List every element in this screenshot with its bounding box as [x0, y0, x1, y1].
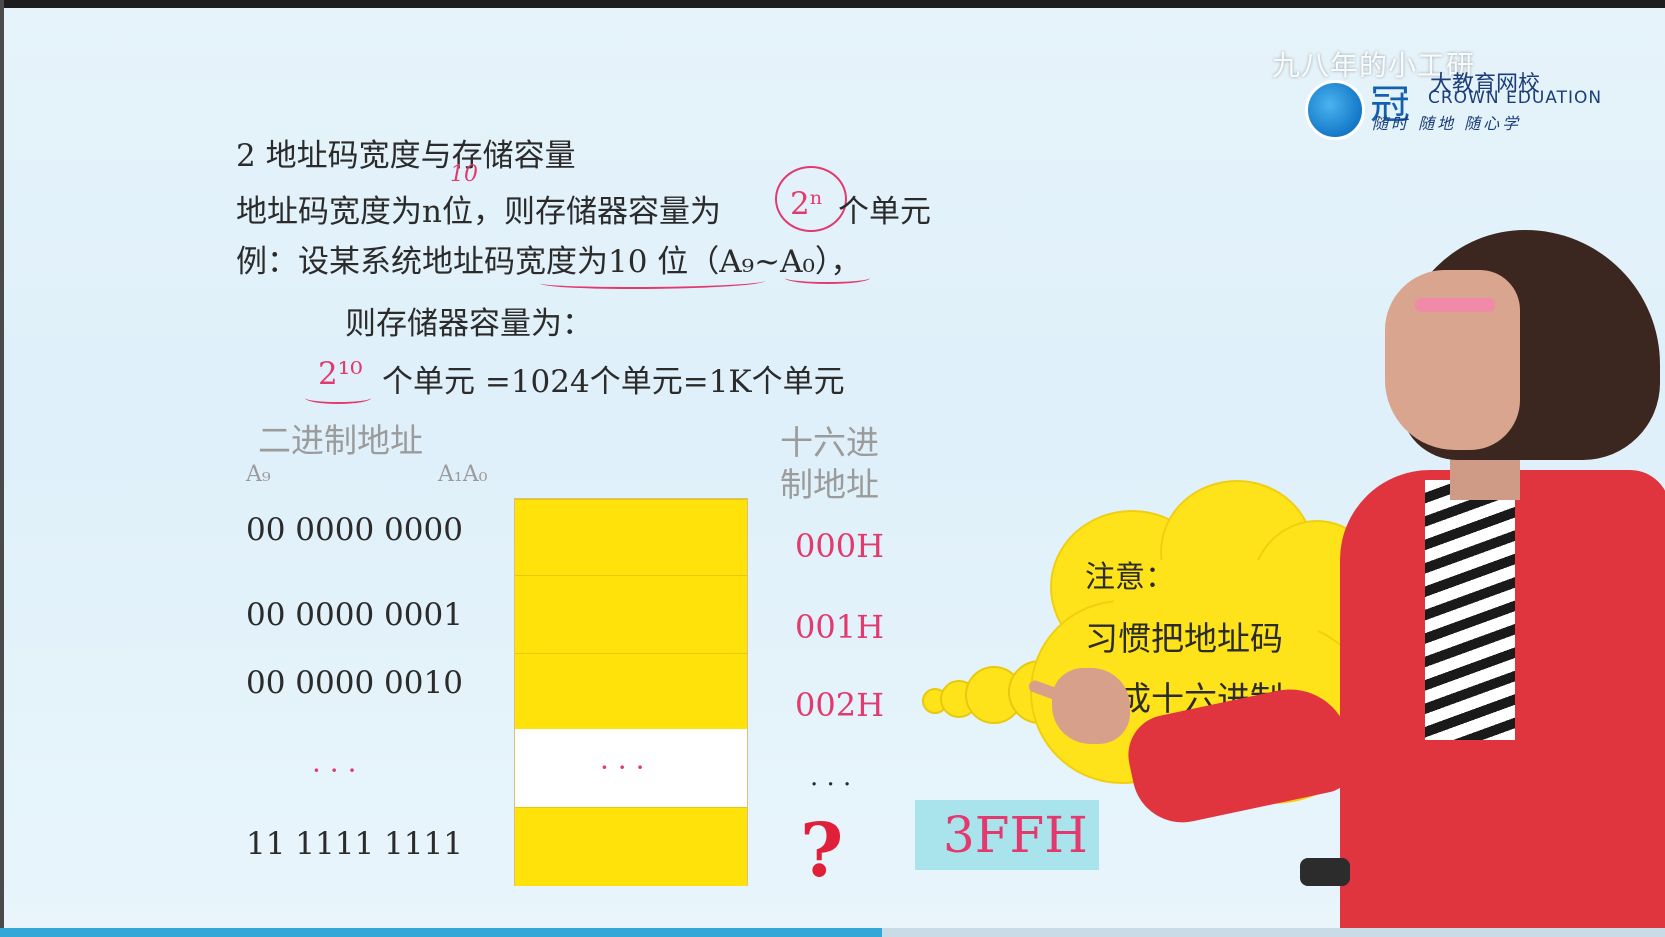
formula-highlight-circle: [775, 166, 847, 232]
handwritten-10-annotation: 10: [450, 162, 478, 187]
middle-ellipsis: · · ·: [600, 751, 645, 784]
hex-row: 000H: [795, 527, 884, 565]
a1a0-label: A₁A₀: [438, 462, 488, 487]
memory-cell-column: · · ·: [514, 498, 748, 886]
logo-slogan: 随时 随地 随心学: [1372, 114, 1522, 133]
binary-row: 00 0000 0010: [246, 665, 463, 701]
capacity-rule-text: 地址码宽度为n位，则存储器容量为: [236, 194, 721, 230]
hex-address-header-line1: 十六进: [780, 423, 879, 462]
question-mark-icon: ?: [800, 808, 844, 894]
logo-english-name: CROWN EDUATION: [1428, 88, 1603, 108]
presenter-figure: [1300, 230, 1665, 928]
power-formula: 2¹⁰: [318, 356, 363, 392]
binary-address-header: 二进制地址: [258, 421, 423, 460]
capacity-unit-text: 个单元: [838, 194, 931, 230]
hex-ellipsis: · · ·: [810, 770, 852, 800]
answer-hex: 3FFH: [943, 806, 1088, 864]
section-title: 2 地址码宽度与存储容量: [236, 138, 576, 174]
memory-cell-gap: · · ·: [515, 729, 747, 807]
video-top-bar: [0, 0, 1665, 8]
capacity-label: 则存储器容量为：: [345, 306, 593, 342]
example-underline: [540, 275, 765, 289]
presenter-hand: [1052, 668, 1130, 744]
power-underline: [305, 392, 371, 404]
note-title: 注意：: [1085, 560, 1175, 595]
memory-cell: [515, 653, 747, 729]
hex-address-header-line2: 制地址: [780, 465, 879, 504]
memory-cell: [515, 499, 747, 575]
hex-row: 001H: [795, 608, 884, 646]
range-underline: [785, 272, 870, 284]
answer-box: 3FFH: [915, 800, 1099, 870]
memory-cell: [515, 575, 747, 653]
crown-logo-icon: [1305, 80, 1365, 140]
hex-row: 002H: [795, 686, 884, 724]
capacity-result: 个单元 =1024个单元=1K个单元: [382, 364, 845, 400]
note-line: 习惯把地址码: [1085, 619, 1283, 658]
binary-ellipsis: · · ·: [312, 754, 357, 787]
video-progress-fill: [0, 928, 883, 937]
memory-cell: [515, 807, 747, 886]
video-left-edge: [0, 0, 4, 937]
binary-row: 00 0000 0001: [246, 597, 463, 633]
presenter-remote: [1300, 858, 1350, 886]
video-progress-track[interactable]: [0, 928, 1665, 937]
a9-label: A₉: [246, 462, 271, 487]
binary-row: 00 0000 0000: [246, 512, 463, 548]
binary-row: 11 1111 1111: [246, 826, 463, 862]
